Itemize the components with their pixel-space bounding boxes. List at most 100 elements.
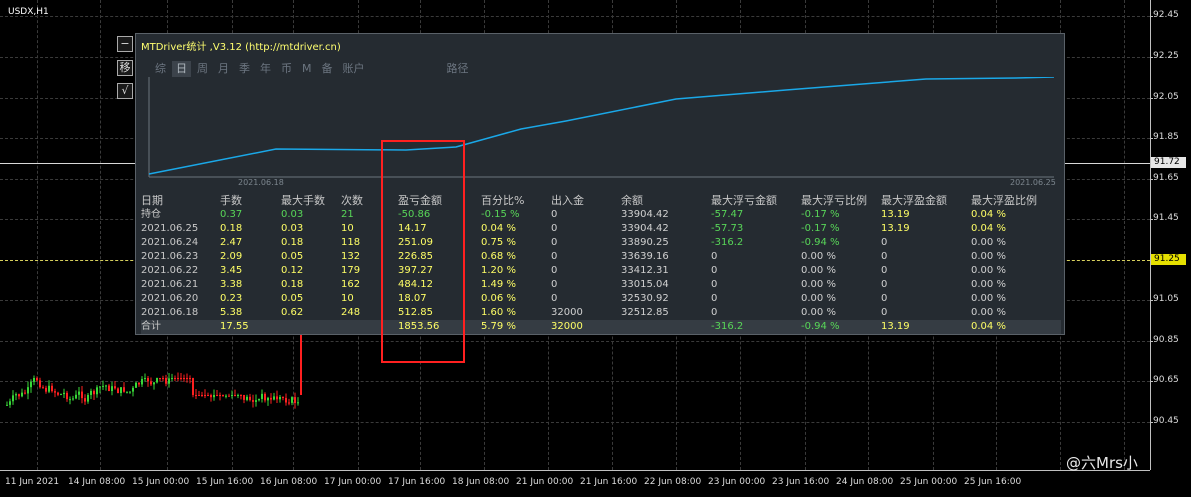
candle-body [72, 398, 74, 400]
table-cell: 0.62 [281, 307, 304, 318]
candle-body [99, 386, 101, 388]
table-cell: 0 [711, 307, 718, 318]
time-tick-label: 24 Jun 08:00 [836, 477, 894, 487]
table-header: 日期 手数 最大手数 次数 盈亏金额 百分比% 出入金 余额 最大浮亏金额 最大浮亏比例 最大浮盈金… [141, 194, 1061, 208]
candle-body [228, 395, 230, 397]
table-cell: 0 [881, 251, 888, 262]
table-row: 2021.06.20 0.23 0.05 10 18.07 0.06 % 0 32530.92… [141, 292, 1061, 306]
candle-body [6, 404, 8, 406]
panel-tab-6[interactable]: 币 [277, 61, 296, 77]
panel-tab-0[interactable]: 综 [151, 61, 170, 77]
panel-tabs: 综日周月季年币 M 备账户 路径 [151, 61, 475, 77]
minimize-button[interactable]: − [117, 36, 133, 52]
candle-body [264, 393, 266, 401]
table-cell: 0.00 % [971, 293, 1006, 304]
panel-tab-1[interactable]: 日 [172, 61, 191, 77]
time-tick-label: 23 Jun 16:00 [772, 477, 830, 487]
candle-body [243, 395, 245, 400]
candle-body [204, 395, 206, 396]
candle-body [282, 396, 284, 398]
candle-body [210, 395, 212, 398]
yellow-price-badge: 91.25 [1151, 254, 1186, 265]
candle-body [147, 378, 149, 382]
panel-tab-10[interactable]: 路径 [443, 61, 473, 77]
table-cell: 0.03 [281, 223, 304, 234]
price-tick-label: 92.05 [1153, 92, 1179, 102]
price-tick-label: 91.05 [1153, 294, 1179, 304]
table-cell: 0 [711, 265, 718, 276]
table-cell: 2.09 [220, 251, 243, 262]
panel-tab-9[interactable]: 账户 [339, 61, 369, 77]
panel-tab-8[interactable]: 备 [318, 61, 337, 77]
table-cell: 0 [711, 251, 718, 262]
candle-body [279, 396, 281, 400]
table-cell: 3.45 [220, 265, 243, 276]
panel-tab-3[interactable]: 月 [214, 61, 233, 77]
table-cell: -316.2 [711, 321, 744, 332]
time-tick-label: 17 Jun 16:00 [388, 477, 446, 487]
check-button[interactable]: √ [117, 83, 133, 99]
candle-body [141, 378, 143, 385]
candle-body [129, 391, 131, 393]
table-cell: 0.75 % [481, 237, 516, 248]
table-cell: 0 [711, 293, 718, 304]
candle-body [219, 395, 221, 396]
table-cell: -57.47 [711, 209, 744, 220]
table-cell: 0.00 % [971, 265, 1006, 276]
table-cell: 0 [551, 209, 558, 220]
move-button[interactable]: 移 [117, 60, 133, 76]
table-row: 2021.06.18 5.38 0.62 248 512.85 1.60 % 32000 32… [141, 306, 1061, 320]
table-cell: -0.94 % [801, 237, 840, 248]
candle-body [45, 387, 47, 392]
price-tick-label: 90.45 [1153, 416, 1179, 426]
panel-title: MTDriver统计 ,V3.12 (http://mtdriver.cn) [141, 42, 341, 53]
time-tick-label: 23 Jun 00:00 [708, 477, 766, 487]
candle-body [15, 394, 17, 396]
table-cell: 0 [551, 265, 558, 276]
candle-body [102, 385, 104, 387]
candle-body [195, 395, 197, 396]
candle-body [162, 378, 164, 379]
candle-body [135, 382, 137, 388]
panel-tab-4[interactable]: 季 [235, 61, 254, 77]
stats-panel: MTDriver统计 ,V3.12 (http://mtdriver.cn) 综… [135, 33, 1065, 335]
table-row: 2021.06.22 3.45 0.12 179 397.27 1.20 % 0 33412.… [141, 264, 1061, 278]
table-cell: 0 [881, 307, 888, 318]
column-header: 最大浮亏金额 [711, 194, 777, 207]
candle-body [51, 385, 53, 392]
table-cell: 0.00 % [801, 293, 836, 304]
table-cell: 33890.25 [621, 237, 669, 248]
panel-tab-2[interactable]: 周 [193, 61, 212, 77]
candle-body [81, 391, 83, 399]
table-cell: 0 [881, 237, 888, 248]
table-cell: 32000 [551, 321, 583, 332]
candle-body [171, 378, 173, 379]
panel-tab-5[interactable]: 年 [256, 61, 275, 77]
candle-body [183, 378, 185, 379]
column-header: 最大手数 [281, 194, 325, 207]
price-tick-label: 91.65 [1153, 173, 1179, 183]
table-cell: 0.18 [281, 237, 304, 248]
price-axis[interactable] [1150, 0, 1191, 470]
candle-body [174, 378, 176, 379]
table-cell: 33015.04 [621, 279, 669, 290]
table-cell: 0.00 % [971, 279, 1006, 290]
candle-body [177, 378, 179, 379]
table-cell: 0 [551, 223, 558, 234]
candle-body [150, 381, 152, 385]
candle-body [246, 396, 248, 400]
candle-body [66, 392, 68, 400]
highlight-box [381, 140, 465, 363]
table-cell: 13.19 [881, 223, 910, 234]
column-header: 出入金 [551, 194, 584, 207]
time-tick-label: 17 Jun 00:00 [324, 477, 382, 487]
table-cell: 13.19 [881, 209, 910, 220]
panel-tab-7[interactable]: M [298, 61, 316, 77]
table-cell: 1.60 % [481, 307, 516, 318]
table-cell: 32000 [551, 307, 583, 318]
time-tick-label: 14 Jun 08:00 [68, 477, 126, 487]
table-cell: 2021.06.22 [141, 265, 199, 276]
symbol-label: USDX,H1 [8, 7, 49, 17]
table-cell: -316.2 [711, 237, 744, 248]
table-cell: 0.05 [281, 251, 304, 262]
